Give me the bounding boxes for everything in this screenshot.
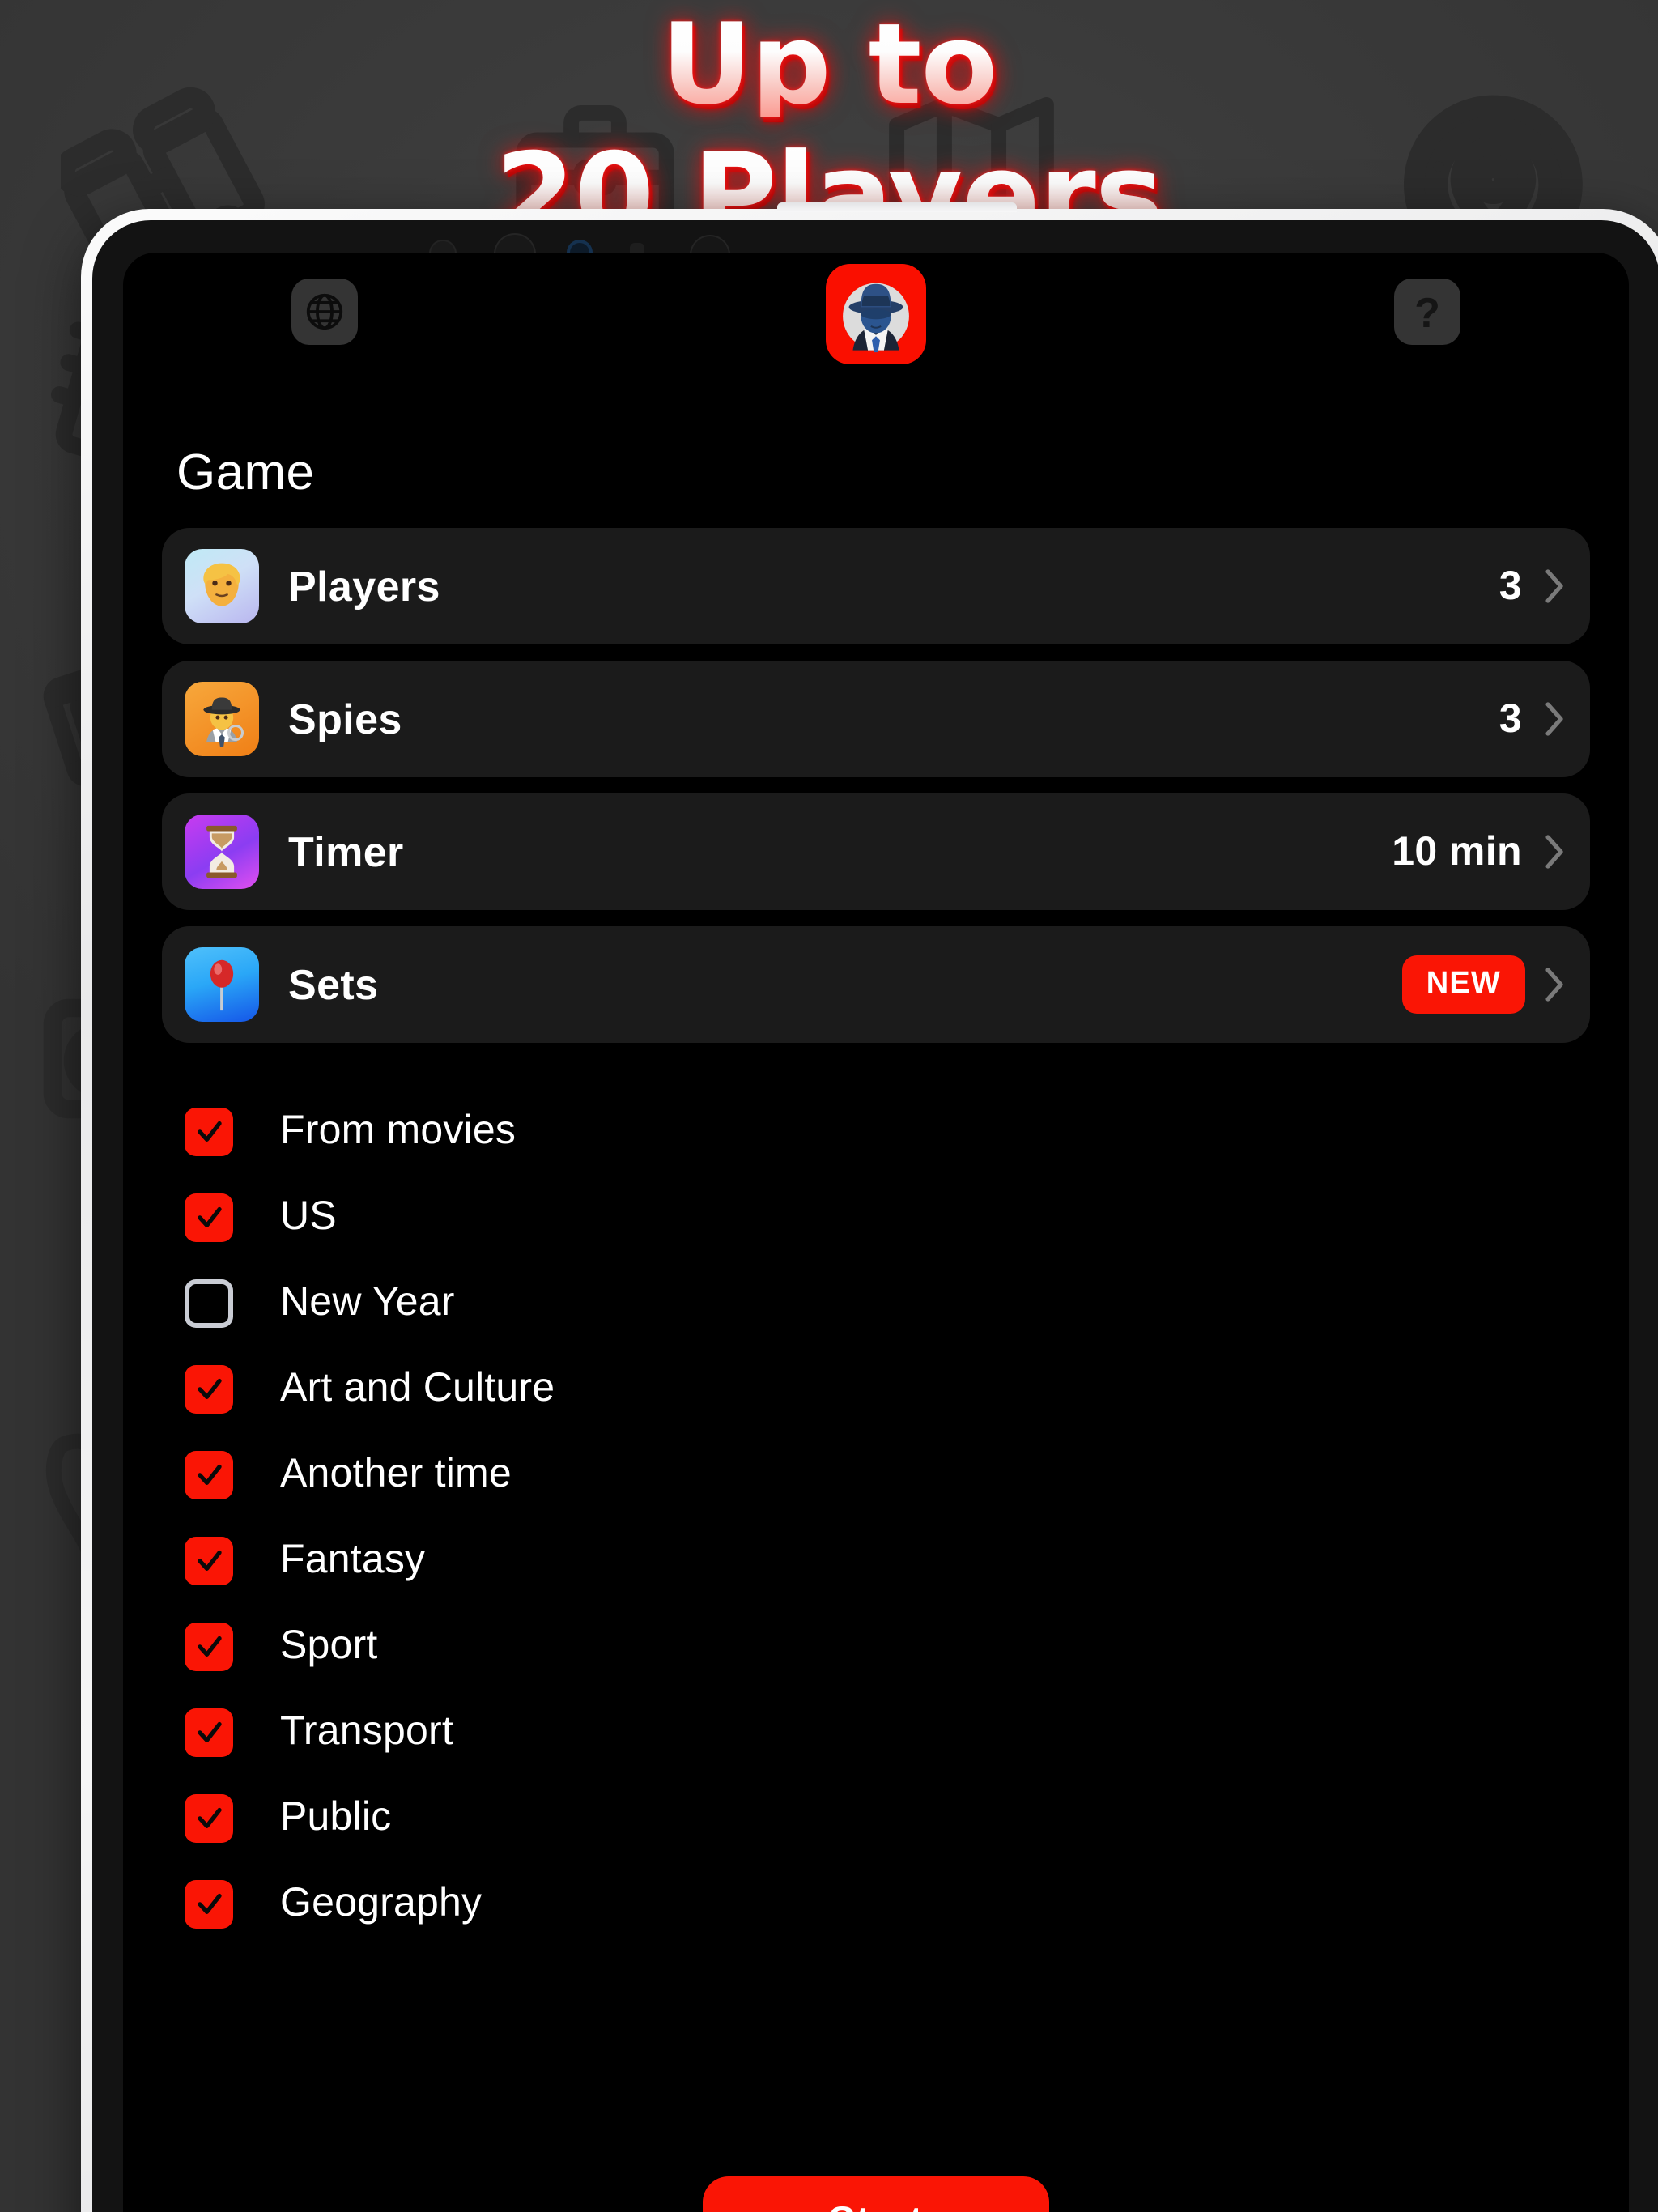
list-item-label: Public: [280, 1794, 392, 1840]
status-badge: NEW: [1401, 955, 1525, 1014]
help-button[interactable]: ?: [1394, 279, 1460, 345]
chevron-right-icon: [1545, 835, 1563, 869]
tablet-screen: ? Game Players 3 Spies 3 Timer 10 min Se…: [123, 253, 1629, 2212]
spy-game-app: ? Game Players 3 Spies 3 Timer 10 min Se…: [123, 253, 1629, 2212]
checkbox-checked[interactable]: [185, 1793, 233, 1842]
checkbox-checked[interactable]: [185, 1107, 233, 1155]
tablet-device-mockup: ? Game Players 3 Spies 3 Timer 10 min Se…: [81, 202, 1658, 2212]
check-icon: [197, 1378, 221, 1399]
list-item-label: Transport: [280, 1708, 453, 1754]
setting-label: Timer: [288, 827, 404, 875]
setting-label: Spies: [288, 694, 402, 742]
power-button[interactable]: [777, 202, 1017, 212]
checkbox-checked[interactable]: [185, 1879, 233, 1928]
check-icon: [197, 1121, 221, 1142]
setting-value: 3: [1499, 563, 1522, 608]
sets-checkbox-list: From movies US New Year Art and Culture …: [185, 1088, 1596, 1946]
setting-row-sets[interactable]: Sets NEW: [162, 926, 1590, 1043]
setting-row-players[interactable]: Players 3: [162, 528, 1590, 644]
setting-value: 3: [1499, 696, 1522, 741]
checkbox-unchecked[interactable]: [185, 1278, 233, 1327]
man-emoji-glyph: [203, 563, 240, 606]
list-item[interactable]: New Year: [185, 1260, 1596, 1346]
headline-line-1: Up to: [0, 8, 1658, 120]
list-item[interactable]: Transport: [185, 1689, 1596, 1775]
check-icon: [197, 1550, 221, 1571]
checkbox-checked[interactable]: [185, 1450, 233, 1499]
chevron-right-icon: [1545, 702, 1563, 736]
list-item[interactable]: Geography: [185, 1861, 1596, 1946]
setting-label: Players: [288, 561, 440, 610]
detective-emoji-icon: [185, 682, 259, 756]
checkbox-checked[interactable]: [185, 1622, 233, 1670]
list-item-label: Sport: [280, 1623, 378, 1668]
spy-app-logo-icon: [843, 283, 909, 353]
check-icon: [197, 1807, 221, 1828]
list-item[interactable]: Sport: [185, 1603, 1596, 1689]
list-item-label: Another time: [280, 1451, 512, 1496]
check-icon: [197, 1893, 221, 1914]
list-item[interactable]: US: [185, 1174, 1596, 1260]
chevron-right-icon: [1545, 569, 1563, 603]
checkbox-checked[interactable]: [185, 1193, 233, 1241]
check-icon: [197, 1206, 221, 1227]
hourglass-emoji-icon: [185, 815, 259, 889]
list-item-label: Art and Culture: [280, 1365, 555, 1410]
app-logo[interactable]: [826, 264, 926, 364]
start-button[interactable]: Start: [703, 2176, 1049, 2212]
list-item-label: From movies: [280, 1108, 517, 1153]
language-button[interactable]: [291, 279, 358, 345]
pushpin-emoji-icon: [185, 947, 259, 1022]
setting-row-spies[interactable]: Spies 3: [162, 661, 1590, 777]
page-title: Game: [176, 444, 315, 500]
check-icon: [197, 1464, 221, 1485]
check-icon: [197, 1636, 221, 1657]
list-item[interactable]: Another time: [185, 1431, 1596, 1517]
check-icon: [197, 1721, 221, 1742]
checkbox-checked[interactable]: [185, 1708, 233, 1756]
list-item[interactable]: Public: [185, 1775, 1596, 1861]
man-emoji-icon: [185, 549, 259, 623]
checkbox-checked[interactable]: [185, 1364, 233, 1413]
list-item-label: Geography: [280, 1880, 483, 1925]
setting-value: 10 min: [1392, 828, 1522, 874]
start-button-label: Start: [829, 2199, 924, 2212]
list-item[interactable]: Fantasy: [185, 1517, 1596, 1603]
list-item-label: US: [280, 1193, 337, 1239]
app-header: ?: [155, 253, 1596, 408]
chevron-right-icon: [1545, 968, 1563, 1002]
list-item-label: New Year: [280, 1279, 455, 1325]
settings-list: Players 3 Spies 3 Timer 10 min Sets NEW: [155, 528, 1596, 1043]
help-label: ?: [1414, 287, 1440, 336]
pushpin-emoji-glyph: [210, 959, 234, 1011]
list-item[interactable]: From movies: [185, 1088, 1596, 1174]
tablet-bezel: ? Game Players 3 Spies 3 Timer 10 min Se…: [92, 220, 1658, 2212]
globe-icon: [306, 293, 343, 330]
list-item[interactable]: Art and Culture: [185, 1346, 1596, 1431]
setting-row-timer[interactable]: Timer 10 min: [162, 793, 1590, 910]
hourglass-emoji-glyph: [206, 825, 237, 878]
setting-label: Sets: [288, 959, 379, 1008]
checkbox-checked[interactable]: [185, 1536, 233, 1585]
detective-emoji-glyph: [203, 697, 244, 747]
list-item-label: Fantasy: [280, 1537, 426, 1582]
promo-page: Up to 20 Players ? Game Players 3 Spies …: [0, 0, 1658, 2212]
